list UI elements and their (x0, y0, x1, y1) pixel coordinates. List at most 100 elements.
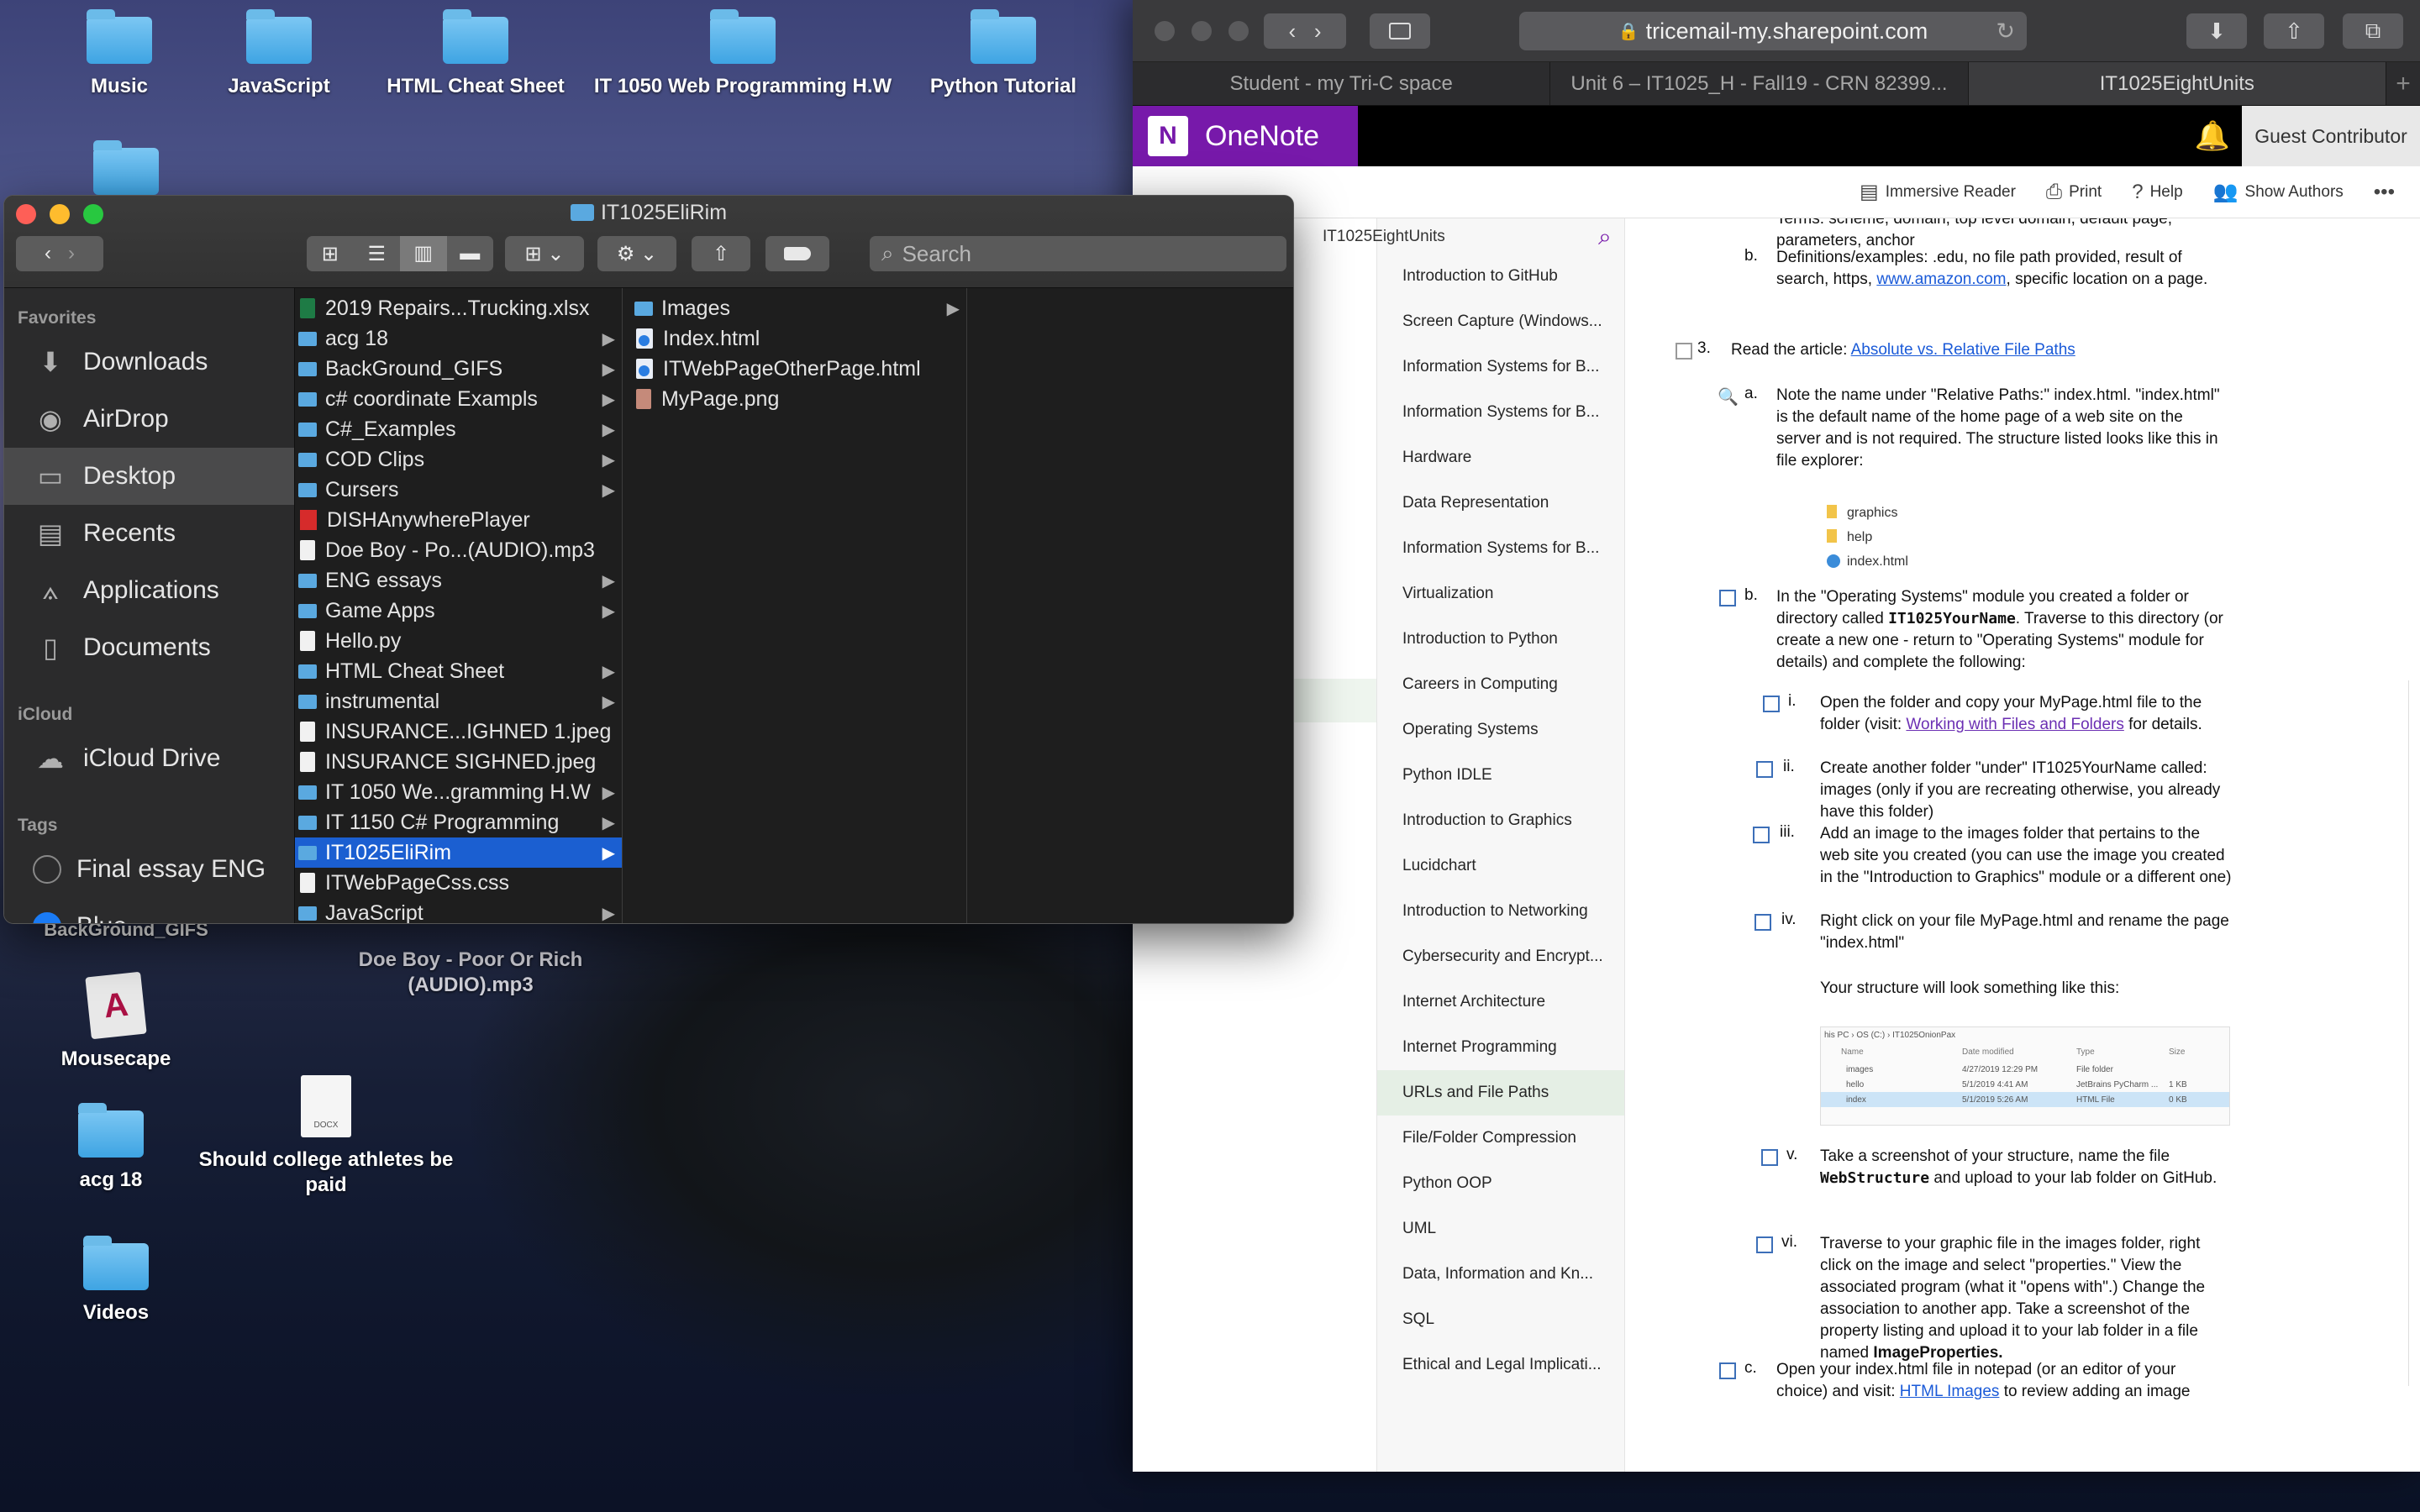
immersive-reader-button[interactable]: ▤ Immersive Reader (1860, 180, 2016, 204)
share-button[interactable]: ⇧ (692, 236, 750, 271)
address-bar[interactable]: 🔒 tricemail-my.sharepoint.com ↻ (1519, 12, 2027, 50)
list-item[interactable]: Images ▶ (623, 293, 966, 323)
list-view-icon[interactable]: ☰ (354, 242, 401, 266)
list-item[interactable]: JavaScript ▶ (295, 898, 622, 923)
checkbox-c[interactable] (1719, 1362, 1736, 1379)
list-item[interactable]: HTML Cheat Sheet ▶ (295, 656, 622, 686)
desktop-icon-python-tutorial[interactable]: Python Tutorial (894, 9, 1113, 99)
back-forward-buttons[interactable]: ‹ › (16, 236, 103, 271)
list-item[interactable]: Cursers ▶ (295, 475, 622, 505)
checkbox-iv[interactable] (1754, 914, 1771, 931)
downloads-button[interactable]: ⬇ (2186, 13, 2247, 49)
absolute-relative-link[interactable]: Absolute vs. Relative File Paths (1851, 341, 2075, 359)
page-item[interactable]: Screen Capture (Windows... (1377, 299, 1624, 344)
tab-student-space[interactable]: Student - my Tri-C space (1133, 62, 1551, 105)
desktop-icon-it1050[interactable]: IT 1050 Web Programming H.W (592, 9, 894, 99)
checkbox-ii[interactable] (1756, 761, 1773, 778)
back-forward-buttons[interactable]: ‹ › (1264, 13, 1346, 49)
tab-it1025eightunits[interactable]: IT1025EightUnits (1968, 62, 2386, 105)
back-icon[interactable]: ‹ (1288, 18, 1296, 45)
page-item[interactable]: SQL (1377, 1297, 1624, 1342)
print-button[interactable]: ⎙ Print (2046, 181, 2102, 204)
reload-icon[interactable]: ↻ (1996, 18, 2015, 45)
zoom-button[interactable] (1228, 21, 1249, 41)
page-content[interactable]: Terms: scheme, domain, top level domain,… (1625, 218, 2420, 1472)
sidebar-item-applications[interactable]: ⟑ Applications (4, 562, 294, 619)
list-item[interactable]: MyPage.png (623, 384, 966, 414)
page-item-active[interactable]: URLs and File Paths (1377, 1070, 1624, 1116)
page-item[interactable]: Internet Programming (1377, 1025, 1624, 1070)
view-mode-control[interactable]: ⊞ ☰ ▥ ▬ (307, 236, 493, 271)
list-item[interactable]: acg 18 ▶ (295, 323, 622, 354)
more-options-button[interactable]: ••• (2374, 181, 2395, 204)
sidebar-toggle-button[interactable] (1370, 13, 1430, 49)
checkbox-vi[interactable] (1756, 1236, 1773, 1253)
tags-button[interactable] (765, 236, 829, 271)
share-button[interactable]: ⇧ (2264, 13, 2324, 49)
page-item[interactable]: Cybersecurity and Encrypt... (1377, 934, 1624, 979)
list-item[interactable]: ITWebPageOtherPage.html (623, 354, 966, 384)
desktop-icon-background-gifs[interactable] (17, 140, 235, 195)
list-item[interactable]: BackGround_GIFS ▶ (295, 354, 622, 384)
guest-contributor[interactable]: Guest Contributor (2242, 106, 2420, 166)
list-item[interactable]: Doe Boy - Po...(AUDIO).mp3 (295, 535, 622, 565)
sidebar-item-airdrop[interactable]: ◉ AirDrop (4, 391, 294, 448)
page-item[interactable]: Operating Systems (1377, 707, 1624, 753)
gallery-view-icon[interactable]: ▬ (447, 242, 494, 265)
list-item[interactable]: ENG essays ▶ (295, 565, 622, 596)
checkbox-iii[interactable] (1753, 827, 1770, 843)
bell-icon[interactable]: 🔔 (2195, 119, 2230, 153)
checkbox-i[interactable] (1763, 696, 1780, 712)
list-item[interactable]: IT 1050 We...gramming H.W ▶ (295, 777, 622, 807)
list-item[interactable]: ITWebPageCss.css (295, 868, 622, 898)
desktop-icon-doe-boy[interactable]: Doe Boy - Poor Or Rich (AUDIO).mp3 (336, 937, 605, 998)
working-files-link[interactable]: Working with Files and Folders (1906, 716, 2123, 733)
page-item[interactable]: Information Systems for B... (1377, 526, 1624, 571)
tab-unit6[interactable]: Unit 6 – IT1025_H - Fall19 - CRN 82399..… (1550, 62, 1969, 105)
list-item[interactable]: COD Clips ▶ (295, 444, 622, 475)
page-item[interactable]: Information Systems for B... (1377, 390, 1624, 435)
amazon-link[interactable]: www.amazon.com (1876, 270, 2006, 288)
list-item[interactable]: INSURANCE...IGHNED 1.jpeg (295, 717, 622, 747)
page-item[interactable]: Data Representation (1377, 480, 1624, 526)
page-item[interactable]: Introduction to GitHub (1377, 254, 1624, 299)
show-authors-button[interactable]: 👥 Show Authors (2213, 180, 2344, 204)
column-view-icon[interactable]: ▥ (400, 236, 447, 271)
desktop-icon-html-cheat-sheet[interactable]: HTML Cheat Sheet (366, 9, 585, 99)
list-item[interactable]: c# coordinate Exampls ▶ (295, 384, 622, 414)
page-item[interactable]: Virtualization (1377, 571, 1624, 617)
list-item[interactable]: DISHAnywherePlayer (295, 505, 622, 535)
desktop-icon-videos[interactable]: Videos (7, 1236, 225, 1326)
list-item[interactable]: instrumental ▶ (295, 686, 622, 717)
sidebar-tag-blue[interactable]: Blue (4, 898, 294, 923)
group-button[interactable]: ⊞ ⌄ (505, 236, 584, 271)
sidebar-item-recents[interactable]: ▤ Recents (4, 505, 294, 562)
page-item[interactable]: Information Systems for B... (1377, 344, 1624, 390)
checkbox-b[interactable] (1719, 590, 1736, 606)
minimize-button[interactable] (1192, 21, 1212, 41)
onenote-brand[interactable]: N OneNote (1133, 106, 1358, 166)
sidebar-item-desktop[interactable]: ▭ Desktop (4, 448, 294, 505)
sidebar-tag-final-essay[interactable]: Final essay ENG (4, 841, 294, 898)
sidebar-item-documents[interactable]: ▯ Documents (4, 619, 294, 676)
forward-icon[interactable]: › (1314, 18, 1322, 45)
list-item[interactable]: IT 1150 C# Programming ▶ (295, 807, 622, 837)
page-item[interactable]: Python OOP (1377, 1161, 1624, 1206)
desktop-icon-acg18[interactable]: acg 18 (2, 1103, 220, 1193)
checkbox-v[interactable] (1761, 1149, 1778, 1166)
list-item[interactable]: C#_Examples ▶ (295, 414, 622, 444)
desktop-icon-mousecape[interactable]: A Mousecape (7, 971, 225, 1072)
page-item[interactable]: Careers in Computing (1377, 662, 1624, 707)
action-button[interactable]: ⚙ ⌄ (597, 236, 676, 271)
sidebar-item-downloads[interactable]: ⬇ Downloads (4, 333, 294, 391)
page-item[interactable]: Internet Architecture (1377, 979, 1624, 1025)
list-item[interactable]: Hello.py (295, 626, 622, 656)
list-item-selected[interactable]: IT1025EliRim ▶ (295, 837, 622, 868)
close-button[interactable] (1155, 21, 1175, 41)
page-item[interactable]: Introduction to Networking (1377, 889, 1624, 934)
page-item[interactable]: Introduction to Python (1377, 617, 1624, 662)
desktop-icon-javascript[interactable]: JavaScript (170, 9, 388, 99)
list-item[interactable]: INSURANCE SIGHNED.jpeg (295, 747, 622, 777)
back-icon[interactable]: ‹ (45, 242, 51, 265)
page-item[interactable]: Python IDLE (1377, 753, 1624, 798)
